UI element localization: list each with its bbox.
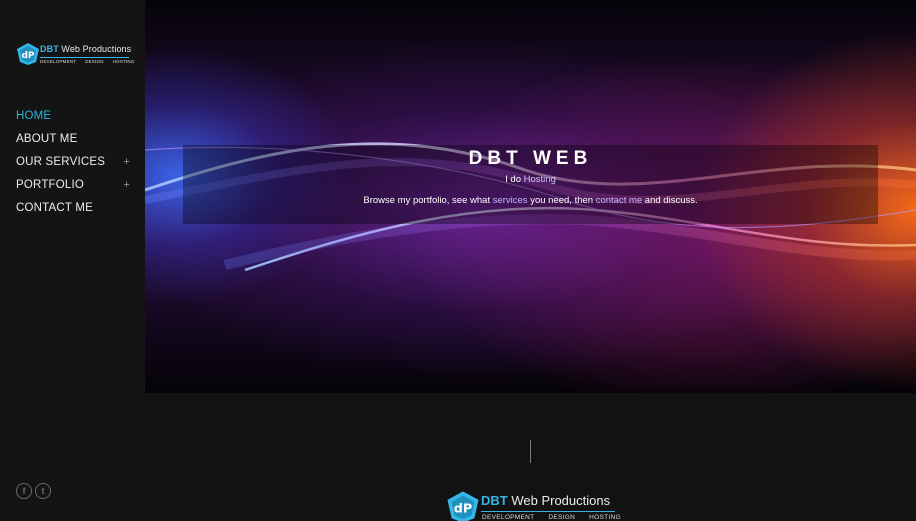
- footer-logo-tag-design: DESIGN: [548, 514, 576, 521]
- twitter-icon[interactable]: t: [35, 483, 51, 499]
- footer-logo-tag-hosting: HOSTING: [589, 514, 621, 521]
- sidebar: dP DBT Web Productions DEVELOPMENT DESIGN…: [0, 0, 145, 521]
- hero-description: Browse my portfolio, see what services y…: [145, 195, 916, 206]
- logo-title-rest: Web Productions: [58, 44, 132, 54]
- logo-title-accent: DBT: [40, 44, 59, 54]
- logo-title: DBT Web Productions: [40, 44, 131, 54]
- footer-logo-title-rest: Web Productions: [507, 493, 611, 508]
- logo-tag-hosting: HOSTING: [112, 59, 135, 64]
- hero-tagline: I do Hosting: [145, 174, 916, 185]
- hero-tagline-prefix: I do: [505, 174, 524, 185]
- hero-desc-part-1: Browse my portfolio, see what: [363, 195, 493, 206]
- logo-tag-design: DESIGN: [85, 59, 104, 64]
- nav-item-contact-me[interactable]: CONTACT ME: [16, 200, 132, 223]
- nav-item-about-me[interactable]: ABOUT ME: [16, 131, 132, 154]
- hero-banner: DBT WEB I do Hosting Browse my portfolio…: [145, 0, 916, 393]
- social-links: f t: [16, 483, 51, 499]
- footer-divider: [530, 440, 531, 463]
- hero-tagline-word: Hosting: [523, 174, 556, 185]
- logo-underline: [40, 57, 129, 58]
- facebook-icon[interactable]: f: [16, 483, 32, 499]
- nav-item-our-services[interactable]: OUR SERVICES +: [16, 154, 132, 177]
- footer-logo-tags: DEVELOPMENT DESIGN HOSTING: [482, 514, 635, 521]
- logo-mark-icon: dP: [17, 43, 39, 65]
- nav-item-label: OUR SERVICES: [16, 156, 106, 168]
- nav-item-label: ABOUT ME: [16, 133, 78, 145]
- contact-me-link[interactable]: contact me: [596, 195, 642, 206]
- footer-logo-tag-development: DEVELOPMENT: [482, 514, 535, 521]
- site-logo[interactable]: dP DBT Web Productions DEVELOPMENT DESIGN…: [16, 40, 134, 70]
- hero-desc-part-2: you need, then: [527, 195, 596, 206]
- services-link[interactable]: services: [493, 195, 528, 206]
- nav-item-home[interactable]: HOME: [16, 108, 132, 131]
- expand-plus-icon[interactable]: +: [123, 177, 130, 193]
- nav-item-label: CONTACT ME: [16, 202, 93, 214]
- nav-item-portfolio[interactable]: PORTFOLIO +: [16, 177, 132, 200]
- hero-title: DBT WEB: [468, 148, 593, 169]
- footer-logo[interactable]: dP DBT Web Productions DEVELOPMENT DESIGN…: [446, 490, 621, 521]
- main-nav: HOME ABOUT ME OUR SERVICES + PORTFOLIO + C…: [16, 108, 132, 223]
- nav-item-label: PORTFOLIO: [16, 179, 85, 191]
- footer-logo-mark-letters: dP: [454, 502, 472, 517]
- nav-item-label: HOME: [16, 110, 52, 122]
- expand-plus-icon[interactable]: +: [123, 154, 130, 170]
- footer-logo-mark-icon: dP: [447, 491, 479, 521]
- logo-tag-development: DEVELOPMENT: [40, 59, 77, 64]
- footer-logo-title-accent: DBT: [481, 493, 508, 508]
- logo-tags: DEVELOPMENT DESIGN HOSTING: [40, 59, 144, 64]
- logo-mark-letters: dP: [21, 51, 34, 61]
- footer-logo-underline: [481, 511, 615, 512]
- footer-logo-title: DBT Web Productions: [481, 493, 610, 508]
- hero-desc-part-3: and discuss.: [642, 195, 698, 206]
